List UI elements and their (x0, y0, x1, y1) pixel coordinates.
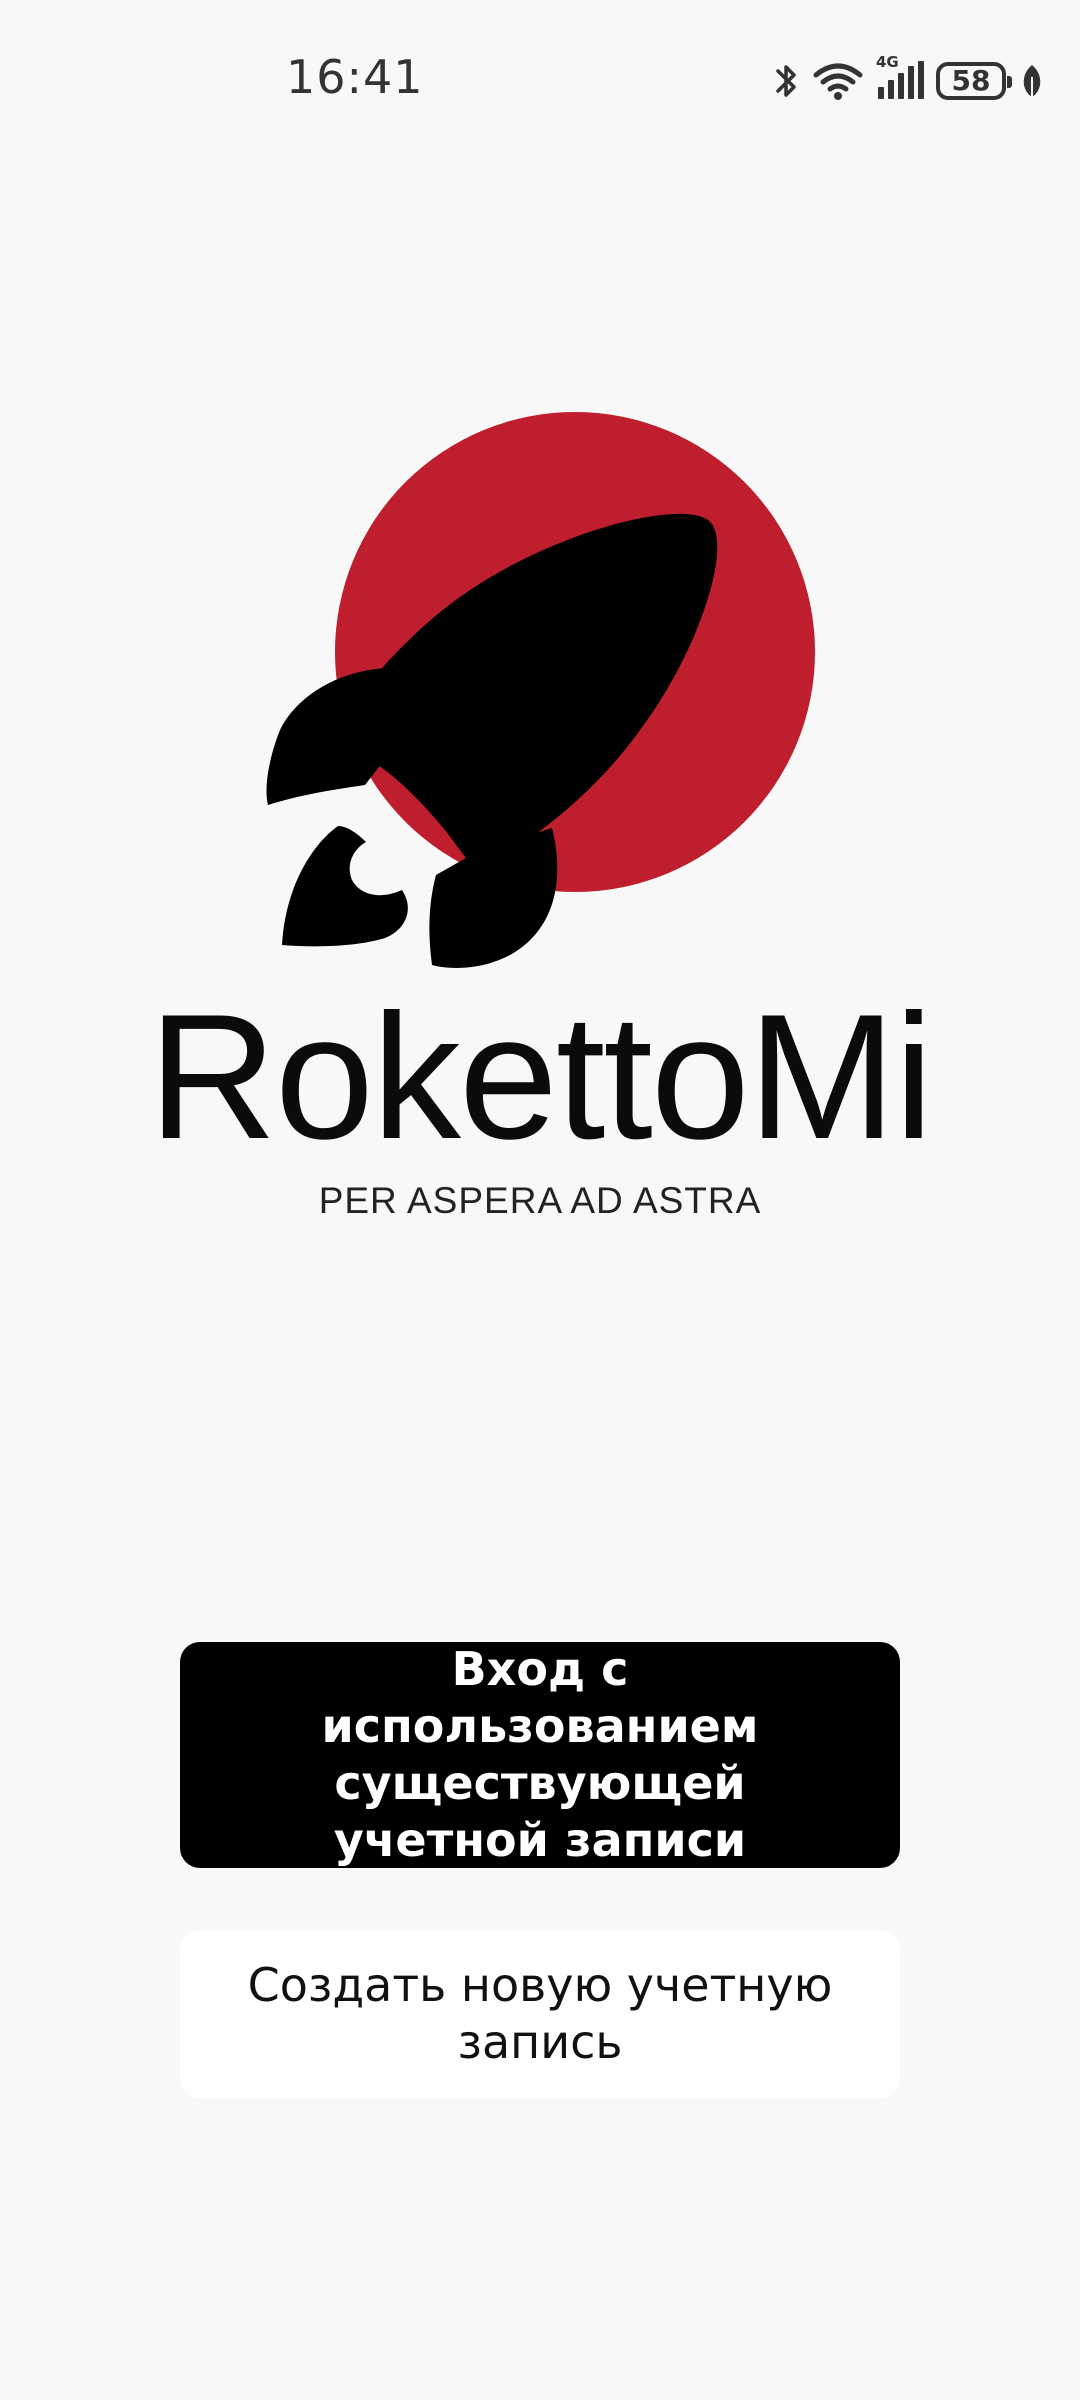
brand-tagline: PER ASPERA AD ASTRA (318, 1180, 762, 1221)
brand-name: RokettoMi (148, 977, 933, 1176)
create-account-button[interactable]: Создать новую учетную запись (180, 1930, 900, 2098)
login-existing-account-button[interactable]: Вход с использованием существующей учетн… (180, 1642, 900, 1868)
create-account-button-label: Создать новую учетную запись (247, 1958, 833, 2069)
login-button-label: Вход с использованием существующей учетн… (321, 1642, 759, 1867)
app-logo (266, 412, 815, 968)
